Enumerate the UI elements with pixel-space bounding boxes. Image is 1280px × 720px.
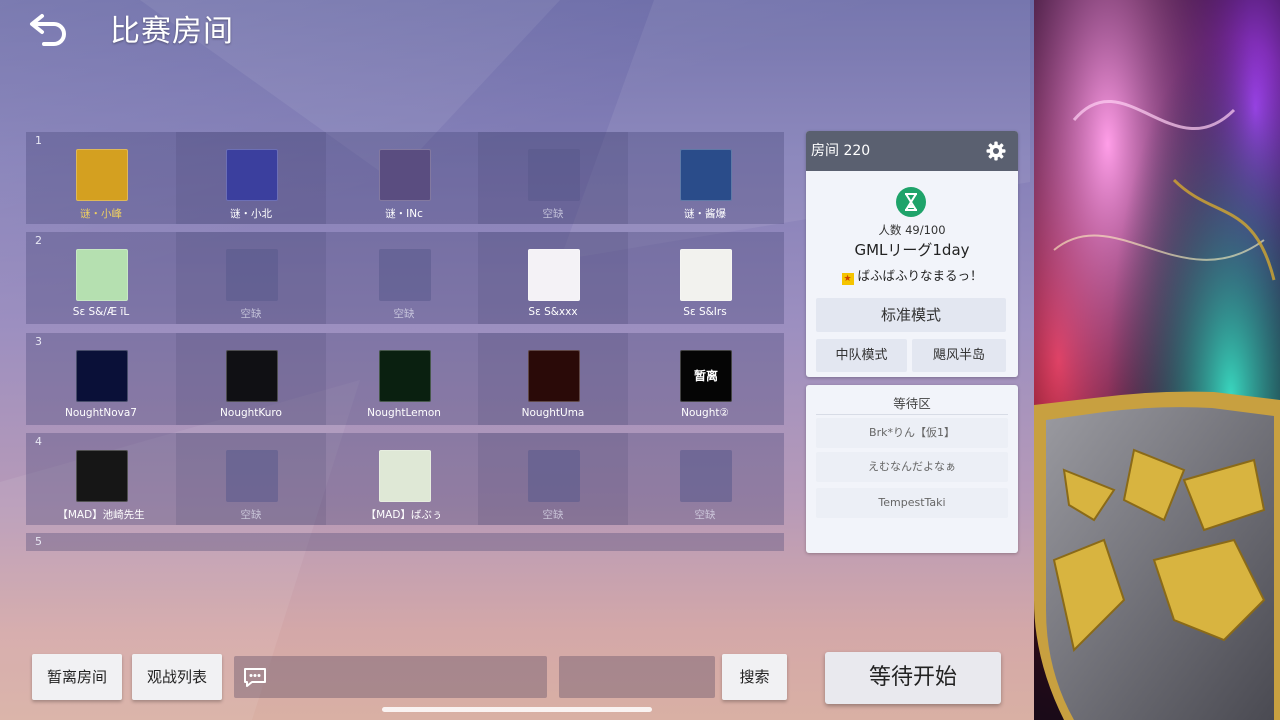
hourglass-icon — [896, 187, 926, 217]
player-avatar — [226, 350, 278, 402]
emblem-artwork-image — [1034, 0, 1280, 720]
empty-slot[interactable]: 空缺 — [478, 433, 628, 525]
empty-avatar — [680, 450, 732, 502]
room-info-panel: 房间 220 人数 49/100 GMLリーグ1day ★ ばふばふりなまるっ！… — [806, 131, 1018, 377]
player-name: 空缺 — [393, 308, 415, 320]
player-name: Sε S&/Æ ĩL — [72, 306, 130, 318]
waiting-player[interactable]: Brk*りん【仮1】 — [816, 418, 1008, 448]
player-name: 空缺 — [240, 308, 262, 320]
room-host: ★ ばふばふりなまるっ！ — [806, 265, 1018, 285]
room-screen: 比赛房间 1 谜・小峰 谜・小北 谜・INc 空缺 谜・酱爆 2 Sε S&/Æ ĩL 空缺 空缺… — [0, 0, 1034, 720]
room-name: GMLリーグ1day — [854, 241, 970, 259]
player-name: 【MAD】ばぶぅ — [365, 509, 443, 521]
player-avatar — [680, 249, 732, 301]
player-avatar — [528, 350, 580, 402]
back-arrow-icon[interactable] — [28, 10, 70, 46]
empty-avatar — [379, 249, 431, 301]
gear-icon[interactable] — [986, 141, 1006, 161]
team-row: 5 — [26, 533, 784, 551]
player-slot[interactable]: NoughtKuro — [176, 333, 326, 425]
team-row: 1 谜・小峰 谜・小北 谜・INc 空缺 谜・酱爆 — [26, 132, 784, 224]
player-slot[interactable]: 谜・小峰 — [26, 132, 176, 224]
side-emblem-artwork — [1034, 0, 1280, 720]
player-slot[interactable]: Sε S&/Æ ĩL — [26, 232, 176, 324]
player-slot[interactable]: Sε S&Irs — [630, 232, 780, 324]
search-input[interactable] — [559, 656, 715, 698]
player-slot[interactable]: NoughtLemon — [329, 333, 479, 425]
star-badge-icon: ★ — [841, 273, 854, 285]
mode-standard-button[interactable]: 标准模式 — [816, 298, 1006, 332]
empty-slot[interactable]: 空缺 — [630, 433, 780, 525]
waiting-player[interactable]: えむなんだよなぁ — [816, 452, 1008, 482]
player-name: 【MAD】池崎先生 — [57, 509, 145, 521]
host-name: ばふばふりなまるっ！ — [857, 268, 983, 283]
player-count: 人数 49/100 — [878, 223, 946, 237]
player-name: 空缺 — [542, 509, 564, 521]
player-name: Sε S&xxx — [528, 306, 578, 318]
player-name: 谜・酱爆 — [684, 208, 726, 220]
empty-avatar — [226, 249, 278, 301]
empty-slot[interactable]: 空缺 — [176, 433, 326, 525]
empty-slot[interactable]: 空缺 — [478, 132, 628, 224]
waiting-start-button[interactable]: 等待开始 — [825, 652, 1001, 704]
team-number: 5 — [35, 535, 42, 548]
team-row: 4 【MAD】池崎先生 空缺 【MAD】ばぶぅ 空缺 空缺 — [26, 433, 784, 525]
waiting-area-panel: 等待区 Brk*りん【仮1】 えむなんだよなぁ TempestTaki — [806, 385, 1018, 553]
player-name: 谜・小峰 — [80, 208, 122, 220]
player-name: 空缺 — [542, 208, 564, 220]
waiting-area-title: 等待区 — [893, 396, 931, 411]
player-name: 空缺 — [240, 509, 262, 521]
empty-slot[interactable]: 空缺 — [176, 232, 326, 324]
player-name: 空缺 — [694, 509, 716, 521]
player-slot[interactable]: 谜・小北 — [176, 132, 326, 224]
player-name: NoughtKuro — [220, 407, 282, 419]
player-slot[interactable]: 【MAD】池崎先生 — [26, 433, 176, 525]
empty-avatar — [226, 450, 278, 502]
player-avatar — [379, 149, 431, 201]
player-name: NoughtNova7 — [65, 407, 137, 419]
player-name: NoughtUma — [521, 407, 585, 419]
avatar-status-text: 暂离 — [693, 369, 718, 383]
player-avatar — [680, 149, 732, 201]
player-avatar — [76, 350, 128, 402]
room-header: 房间 220 — [806, 131, 1018, 171]
player-avatar — [76, 149, 128, 201]
leave-room-button[interactable]: 暂离房间 — [32, 654, 122, 700]
chat-bubble-icon — [244, 668, 266, 687]
empty-avatar — [528, 149, 580, 201]
player-name: Nought② — [681, 407, 729, 419]
waiting-player[interactable]: TempestTaki — [816, 488, 1008, 518]
team-row: 3 NoughtNova7 NoughtKuro NoughtLemon NoughtU… — [26, 333, 784, 425]
player-slot[interactable]: 【MAD】ばぶぅ — [329, 433, 479, 525]
player-slot[interactable]: NoughtUma — [478, 333, 628, 425]
player-name: 谜・小北 — [230, 208, 272, 220]
empty-avatar — [528, 450, 580, 502]
player-name: Sε S&Irs — [683, 306, 727, 318]
chat-input[interactable] — [234, 656, 547, 698]
divider — [816, 414, 1008, 415]
player-avatar — [379, 450, 431, 502]
player-avatar — [528, 249, 580, 301]
mode-team-button[interactable]: 中队模式 — [816, 339, 907, 372]
player-avatar — [226, 149, 278, 201]
room-title: 房间 220 — [811, 143, 871, 159]
player-slot[interactable]: 谜・酱爆 — [630, 132, 780, 224]
player-avatar: 暂离 — [680, 350, 732, 402]
map-button[interactable]: 飓风半岛 — [912, 339, 1006, 372]
player-slot[interactable]: 谜・INc — [329, 132, 479, 224]
player-name: NoughtLemon — [367, 407, 441, 419]
player-name: 谜・INc — [385, 208, 423, 220]
team-row: 2 Sε S&/Æ ĩL 空缺 空缺 Sε S&xxx Sε S&Irs — [26, 232, 784, 324]
spectate-list-button[interactable]: 观战列表 — [132, 654, 222, 700]
player-avatar — [76, 450, 128, 502]
search-button[interactable]: 搜索 — [722, 654, 787, 700]
player-slot[interactable]: NoughtNova7 — [26, 333, 176, 425]
empty-slot[interactable]: 空缺 — [329, 232, 479, 324]
player-slot[interactable]: 暂离 Nought② — [630, 333, 780, 425]
player-avatar — [379, 350, 431, 402]
page-title: 比赛房间 — [110, 14, 234, 49]
player-slot[interactable]: Sε S&xxx — [478, 232, 628, 324]
home-indicator — [382, 707, 652, 712]
player-avatar — [76, 249, 128, 301]
